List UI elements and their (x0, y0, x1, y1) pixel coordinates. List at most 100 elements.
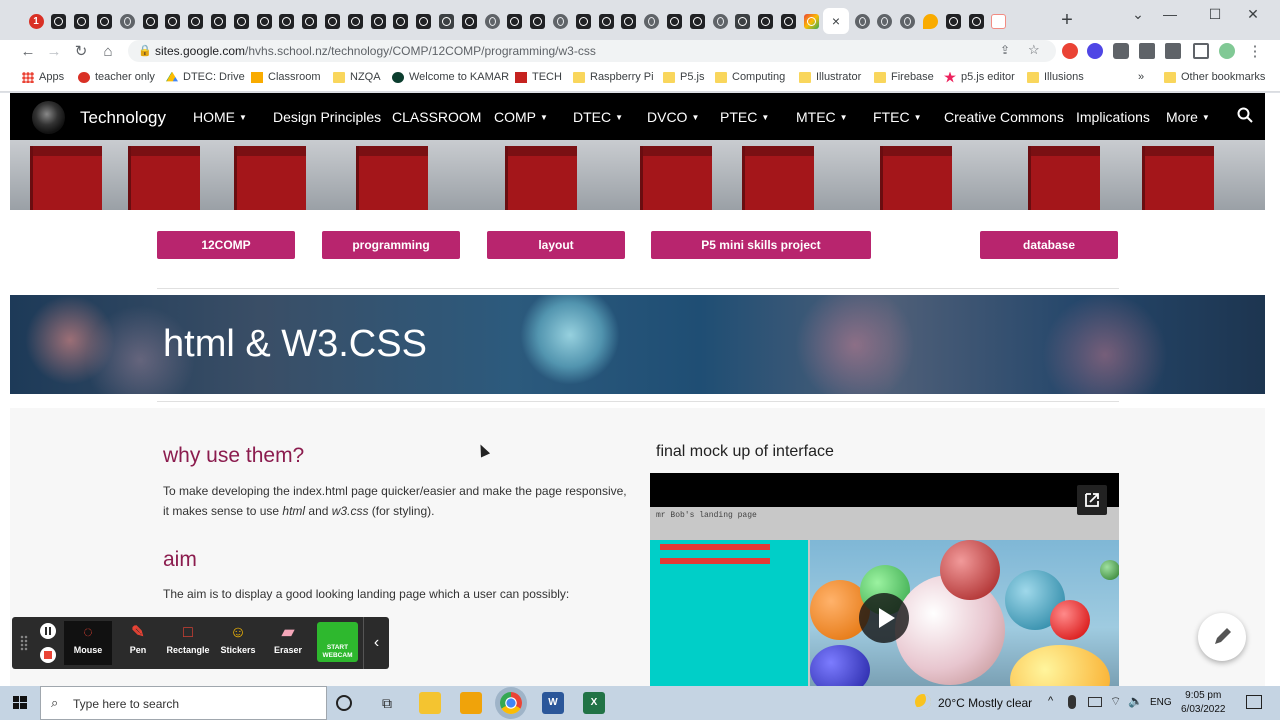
nav-item[interactable]: COMP ▼ (494, 109, 548, 125)
browser-tab[interactable] (618, 8, 640, 34)
button-12comp[interactable]: 12COMP (157, 231, 295, 259)
bookmark-other[interactable]: Other bookmarks (1164, 71, 1265, 83)
bookmark-illustrator[interactable]: Illustrator (799, 71, 861, 83)
bookmark-tech[interactable]: TECH (515, 71, 562, 83)
browser-tab[interactable] (230, 8, 252, 34)
button-layout[interactable]: layout (487, 231, 625, 259)
home-icon[interactable]: ⌂ (98, 42, 118, 62)
word-icon[interactable]: W (542, 692, 564, 714)
browser-tab[interactable] (732, 8, 754, 34)
address-bar[interactable]: 🔒 sites.google.com/hvhs.school.nz/techno… (128, 40, 1056, 62)
bookmark-teacher-only[interactable]: teacher only (78, 71, 155, 83)
browser-tab[interactable] (800, 8, 822, 34)
browser-tab[interactable] (988, 8, 1010, 34)
browser-tab[interactable] (390, 8, 412, 34)
nav-item[interactable]: Design Principles (273, 109, 381, 125)
nav-item[interactable]: CLASSROOM (392, 109, 481, 125)
nav-item[interactable]: Creative Commons (944, 109, 1064, 125)
browser-tab[interactable] (755, 8, 777, 34)
browser-tab[interactable] (549, 8, 571, 34)
puzzle-icon[interactable] (1139, 43, 1155, 59)
windows-start-icon[interactable] (0, 686, 40, 720)
close-window-button[interactable]: ✕ (1243, 6, 1263, 22)
browser-tab[interactable] (709, 8, 731, 34)
browser-tab-active[interactable]: × (823, 8, 849, 34)
microphone-icon[interactable] (1068, 695, 1076, 709)
browser-tab[interactable] (777, 8, 799, 34)
browser-tab[interactable] (663, 8, 685, 34)
browser-tab[interactable] (93, 8, 115, 34)
browser-tab[interactable] (874, 8, 896, 34)
profile-avatar[interactable] (1219, 43, 1235, 59)
bookmark-illusions[interactable]: Illusions (1027, 71, 1084, 83)
tool-pen[interactable]: ✎ Pen (114, 621, 162, 665)
minimize-button[interactable]: — (1160, 6, 1180, 22)
store-icon[interactable] (460, 692, 482, 714)
nav-item[interactable]: DTEC ▼ (573, 109, 623, 125)
bookmark-firebase[interactable]: Firebase (874, 71, 934, 83)
browser-tab[interactable] (504, 8, 526, 34)
play-button[interactable] (859, 593, 909, 643)
chrome-icon[interactable] (500, 692, 522, 714)
nav-item[interactable]: More ▼ (1166, 109, 1210, 125)
bookmark-dtec-drive[interactable]: DTEC: Drive (166, 71, 245, 83)
browser-tab[interactable] (595, 8, 617, 34)
browser-tab[interactable] (686, 8, 708, 34)
reading-list-icon[interactable] (1165, 43, 1181, 59)
browser-tab[interactable] (344, 8, 366, 34)
browser-tab[interactable] (116, 8, 138, 34)
bookmarks-overflow-button[interactable]: » (1138, 71, 1144, 83)
tool-rectangle[interactable]: □ Rectangle (164, 621, 212, 665)
taskbar-search-box[interactable]: ⌕ Type here to search (40, 686, 327, 720)
browser-tab[interactable] (185, 8, 207, 34)
site-title[interactable]: Technology (80, 108, 166, 128)
browser-tab[interactable] (527, 8, 549, 34)
collapse-chevron-icon[interactable]: ‹ (363, 617, 389, 669)
button-p5-mini-skills[interactable]: P5 mini skills project (651, 231, 871, 259)
tool-mouse[interactable]: ◌ Mouse (64, 621, 112, 665)
browser-tab[interactable] (276, 8, 298, 34)
browser-tab[interactable] (942, 8, 964, 34)
browser-tab[interactable] (321, 8, 343, 34)
tool-eraser[interactable]: ▰ Eraser (264, 621, 312, 665)
camera-icon[interactable] (1113, 43, 1129, 59)
nav-item[interactable]: MTEC ▼ (796, 109, 848, 125)
extension-flower-icon[interactable] (1087, 43, 1103, 59)
nav-item[interactable]: Implications (1076, 109, 1150, 125)
side-panel-icon[interactable] (1193, 43, 1209, 59)
nav-item[interactable]: HOME ▼ (193, 109, 247, 125)
embedded-video[interactable]: mr Bob's landing page (650, 473, 1119, 686)
browser-tab[interactable] (299, 8, 321, 34)
bookmark-p5js[interactable]: P5.js (663, 71, 704, 83)
browser-tab[interactable] (851, 8, 873, 34)
cortana-icon[interactable] (336, 695, 352, 711)
nav-item[interactable]: PTEC ▼ (720, 109, 769, 125)
new-tab-button[interactable]: + (1058, 10, 1076, 30)
minimize-chevron-icon[interactable]: ⌄ (1128, 6, 1148, 22)
tray-chevron-icon[interactable]: ^ (1048, 695, 1053, 707)
system-clock[interactable]: 9:05 pm 6/03/2022 (1181, 689, 1226, 717)
browser-tab[interactable] (253, 8, 275, 34)
bookmark-classroom[interactable]: Classroom (251, 71, 321, 83)
bookmark-p5js-editor[interactable]: p5.js editor (944, 71, 1015, 83)
browser-tab[interactable] (641, 8, 663, 34)
weather-text[interactable]: 20°C Mostly clear (938, 696, 1032, 710)
browser-tab[interactable] (481, 8, 503, 34)
bookmark-computing[interactable]: Computing (715, 71, 785, 83)
start-webcam-button[interactable]: START WEBCAM (317, 622, 358, 662)
bookmark-nzqa[interactable]: NZQA (333, 71, 381, 83)
forward-arrow-icon[interactable]: → (44, 42, 64, 62)
browser-tab[interactable] (919, 8, 941, 34)
close-tab-icon[interactable]: × (832, 13, 840, 29)
maximize-button[interactable]: ☐ (1205, 6, 1225, 22)
stop-icon[interactable] (40, 647, 56, 663)
edit-pencil-button[interactable] (1198, 613, 1246, 661)
file-explorer-icon[interactable] (419, 692, 441, 714)
bookmark-apps[interactable]: Apps (22, 71, 64, 83)
browser-tab[interactable] (162, 8, 184, 34)
battery-icon[interactable] (1088, 697, 1102, 707)
bookmark-kamar[interactable]: Welcome to KAMAR (392, 71, 509, 83)
nav-item[interactable]: FTEC ▼ (873, 109, 921, 125)
nav-item[interactable]: DVCO ▼ (647, 109, 699, 125)
browser-tab[interactable]: 1 (25, 8, 47, 34)
